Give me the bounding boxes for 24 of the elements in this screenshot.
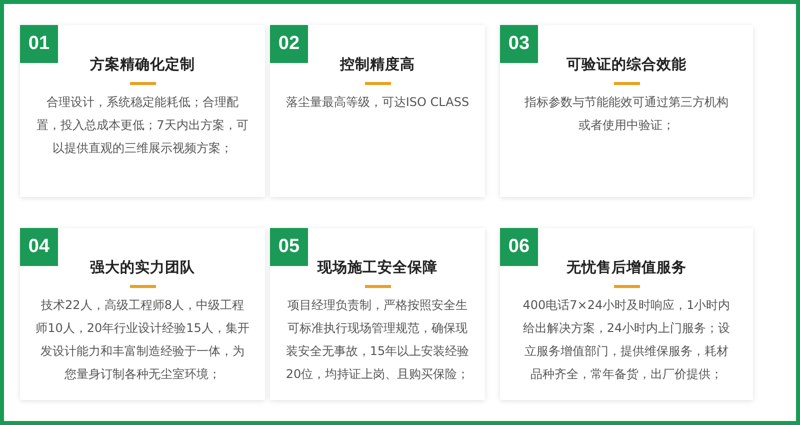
- card-description: 落尘量最高等级，可达ISO CLASS: [286, 94, 470, 111]
- card-description: 400电话7×24小时及时响应，1小时内 给出解决方案，24小时内上门服务；设 立服务增值部门，提供维保服务，耗材 品种齐全，常年备货，出厂价提供；: [522, 297, 730, 383]
- card-title: 强大的实力团队: [90, 258, 195, 277]
- number-badge: 04: [20, 228, 58, 266]
- number-badge: 06: [500, 228, 538, 266]
- card-title: 可验证的综合效能: [566, 56, 686, 74]
- card-description: 指标参数与节能能效可通过第三方机构 或者使用中验证；: [524, 94, 728, 134]
- card-title: 控制精度高: [340, 55, 415, 74]
- card-description: 项目经理负责制，严格按照安全生 可标准执行现场管理规范，确保现 装安全无事故，15年以上安装经验 20位，均持证上岗、且购买保险；: [286, 297, 470, 383]
- title-underline: [364, 82, 390, 85]
- card-description: 合理设计，系统稳定能耗低；合理配 置，投入总成本更低；7天内出方案，可 以提供直观的三维展示视频方案；: [36, 94, 248, 157]
- title-underline: [364, 285, 390, 288]
- title-underline: [614, 82, 640, 85]
- number-badge: 01: [20, 25, 58, 63]
- title-underline: [130, 82, 156, 85]
- number-badge: 05: [270, 228, 308, 266]
- number-badge: 03: [500, 25, 538, 63]
- card-title: 现场施工安全保障: [318, 258, 438, 277]
- card-description: 技术22人，高级工程师8人，中级工程 师10人，20年行业设计经验15人，集开 发设计能力和丰富制造经验于一体，为 您量身订制各种无尘室环境；: [36, 297, 250, 383]
- number-badge: 02: [270, 25, 308, 63]
- title-underline: [614, 285, 640, 288]
- title-underline: [130, 285, 156, 288]
- card-title: 无忧售后增值服务: [566, 258, 686, 277]
- card-title: 方案精确化定制: [90, 55, 195, 74]
